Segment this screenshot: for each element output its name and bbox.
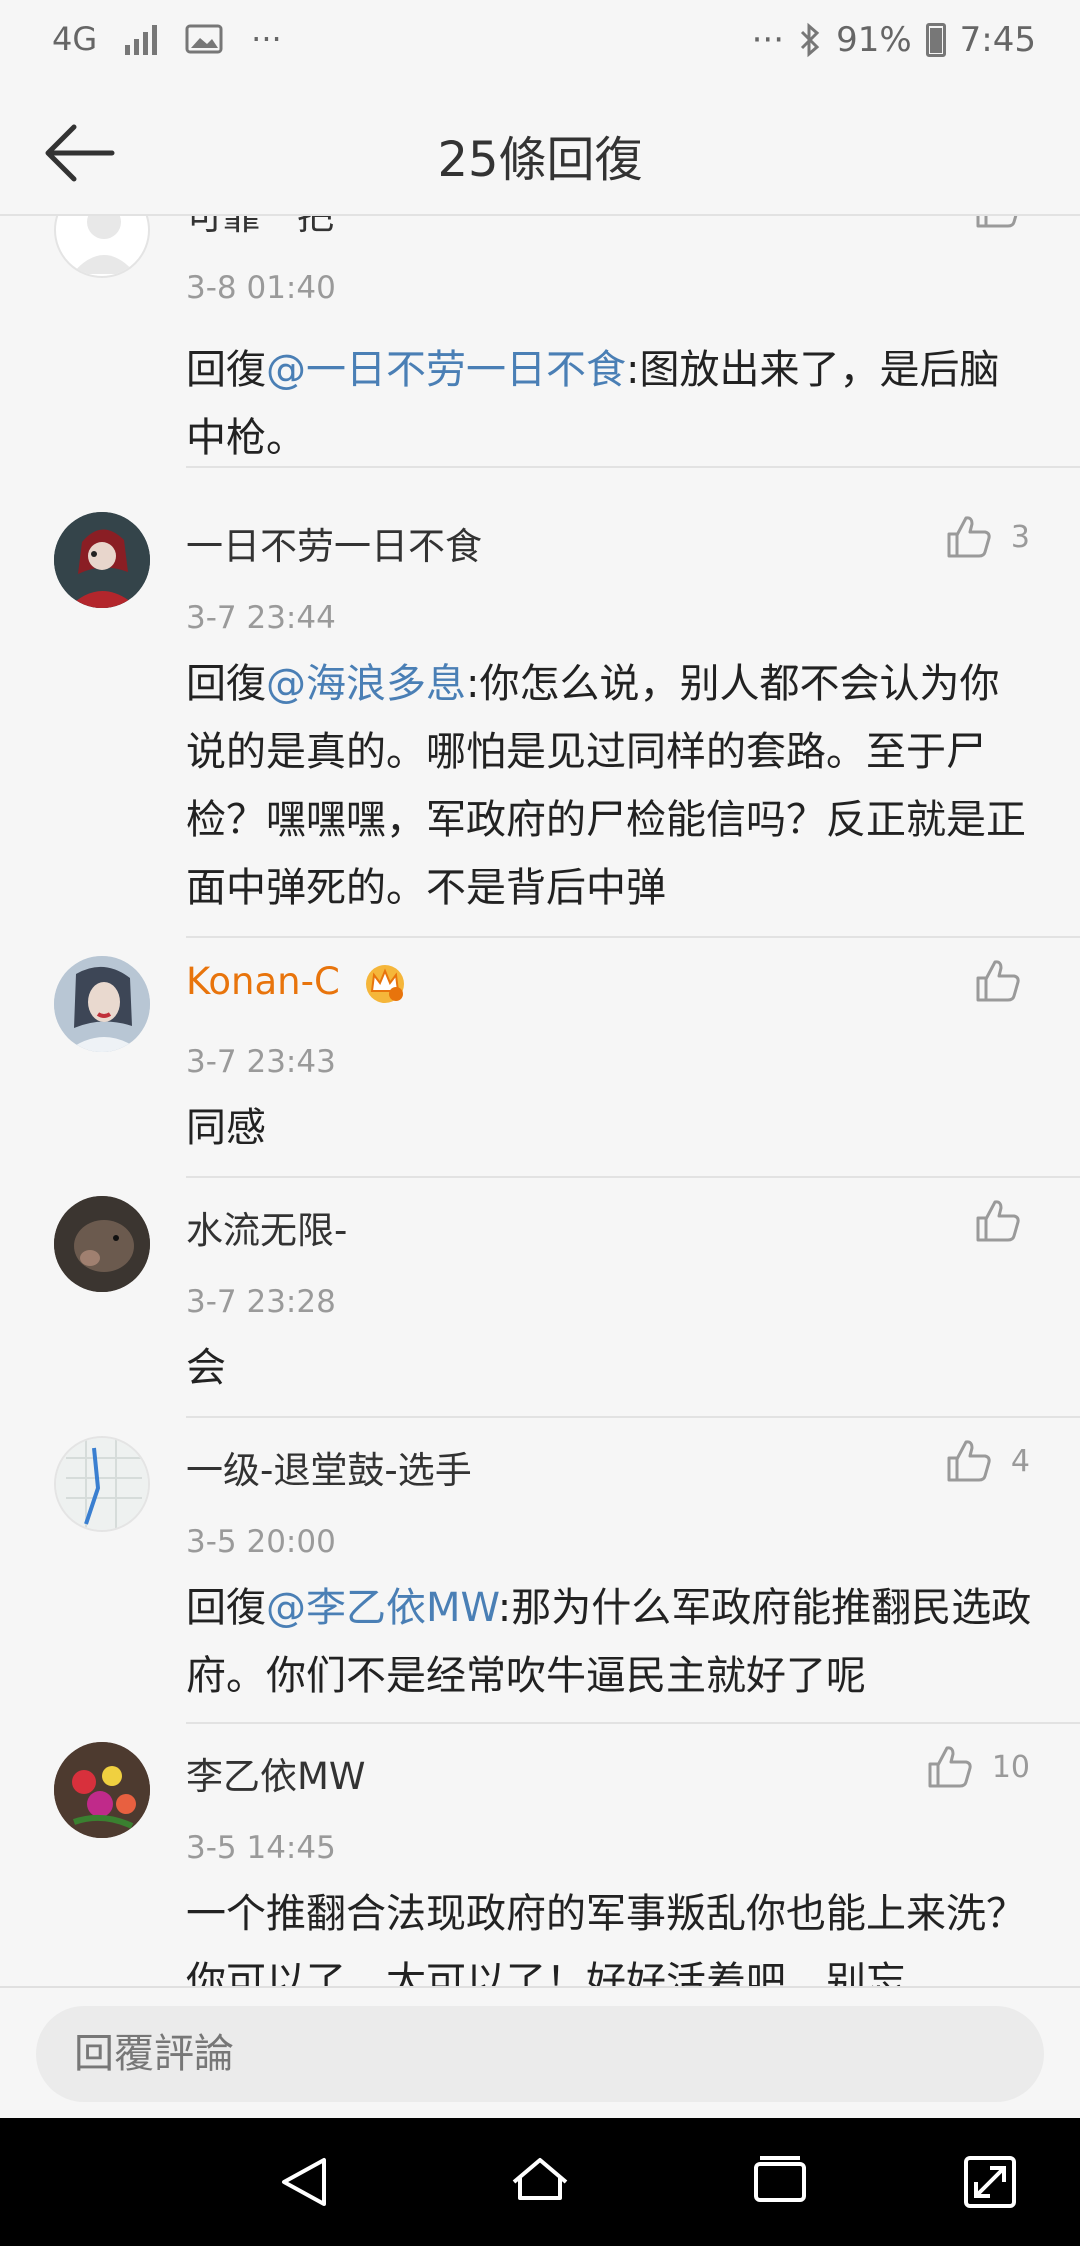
- thumbs-up-icon: [947, 1440, 991, 1482]
- battery-percent: 91%: [836, 20, 912, 60]
- list-item: 可靠一把 3-8 01:40 回復@一日不劳一日不食:图放出来了，是后脑中枪。: [0, 216, 1080, 468]
- reply-prefix: 回復: [186, 1585, 266, 1631]
- list-item: 李乙依MW 10 3-5 14:45 一个推翻合法现政府的军事叛乱你也能上来洗？…: [0, 1724, 1080, 1986]
- comment-text: 回復@李乙依MW:那为什么军政府能推翻民选政府。你们不是经常吹牛逼民主就好了呢: [186, 1574, 1036, 1710]
- username[interactable]: 水流无限-: [186, 1200, 347, 1254]
- battery-icon: [925, 23, 946, 57]
- username-text: Konan-C: [186, 960, 340, 1003]
- like-button[interactable]: 3: [945, 514, 1030, 560]
- right-more: ···: [751, 20, 785, 60]
- bluetooth-icon: [801, 22, 820, 58]
- reply-prefix: 回復: [186, 347, 266, 393]
- timestamp: 3-7 23:44: [186, 600, 336, 636]
- avatar[interactable]: [54, 216, 150, 278]
- like-button[interactable]: 10: [926, 1744, 1030, 1790]
- reply-list[interactable]: 可靠一把 3-8 01:40 回復@一日不劳一日不食:图放出来了，是后脑中枪。 …: [0, 216, 1080, 1986]
- network-type: 4G: [52, 20, 98, 58]
- page-title: 25條回復: [437, 132, 643, 188]
- thumbs-up-icon[interactable]: [974, 216, 1022, 230]
- more-notifications: ···: [251, 20, 282, 58]
- avatar[interactable]: [54, 1196, 150, 1292]
- username[interactable]: 一日不劳一日不食: [186, 516, 482, 570]
- username[interactable]: 一级-退堂鼓-选手: [186, 1440, 472, 1494]
- thumbs-up-icon[interactable]: [974, 1198, 1022, 1244]
- username[interactable]: 李乙依MW: [186, 1746, 366, 1800]
- like-count: 3: [1010, 519, 1030, 555]
- clock: 7:45: [959, 20, 1036, 60]
- list-item: 一级-退堂鼓-选手 4 3-5 20:00 回復@李乙依MW:那为什么军政府能推…: [0, 1418, 1080, 1724]
- divider: [186, 466, 1080, 468]
- timestamp: 3-7 23:43: [186, 1044, 336, 1080]
- system-nav-bar: [0, 2118, 1080, 2246]
- thumbs-up-icon: [947, 516, 991, 558]
- like-count: 10: [991, 1749, 1030, 1785]
- recent-apps-icon[interactable]: [746, 2148, 814, 2216]
- thumbs-up-icon[interactable]: [974, 958, 1022, 1004]
- status-bar: 4G ··· ··· 91% 7:45: [0, 0, 1080, 90]
- reply-input[interactable]: 回覆評論: [36, 2006, 1044, 2102]
- reply-prefix: 回復: [186, 661, 266, 707]
- mention-link[interactable]: @海浪多息: [266, 661, 466, 707]
- avatar[interactable]: [54, 1436, 150, 1532]
- timestamp: 3-7 23:28: [186, 1284, 336, 1320]
- thumbs-up-icon: [928, 1746, 972, 1788]
- home-icon[interactable]: [506, 2148, 574, 2216]
- avatar[interactable]: [54, 956, 150, 1052]
- comment-text: 会: [186, 1345, 226, 1391]
- timestamp: 3-8 01:40: [186, 270, 336, 306]
- list-item: 水流无限- 3-7 23:28 会: [0, 1178, 1080, 1418]
- header: 25條回復: [0, 90, 1080, 216]
- like-count: 4: [1010, 1443, 1030, 1479]
- username[interactable]: 可靠一把: [186, 216, 334, 240]
- timestamp: 3-5 14:45: [186, 1830, 336, 1866]
- comment-text: 一个推翻合法现政府的军事叛乱你也能上来洗？你可以了，太可以了！好好活着吧，别忘: [186, 1891, 1026, 1986]
- vip-crown-icon: [365, 964, 404, 1003]
- mention-link[interactable]: @李乙依MW: [266, 1585, 498, 1631]
- comment-text: 同感: [186, 1105, 266, 1151]
- comment-text: 回復@一日不劳一日不食:图放出来了，是后脑中枪。: [186, 336, 1036, 472]
- avatar[interactable]: [54, 512, 150, 608]
- signal-icon: [125, 23, 158, 55]
- expand-icon[interactable]: [956, 2148, 1024, 2216]
- image-notification-icon: [185, 24, 223, 54]
- like-button[interactable]: 4: [945, 1438, 1030, 1484]
- reply-bar: 回覆評論: [0, 1986, 1080, 2118]
- timestamp: 3-5 20:00: [186, 1524, 336, 1560]
- mention-link[interactable]: @一日不劳一日不食: [266, 347, 626, 393]
- list-item: 一日不劳一日不食 3 3-7 23:44 回復@海浪多息:你怎么说，别人都不会认…: [0, 494, 1080, 938]
- avatar[interactable]: [54, 1742, 150, 1838]
- triangle-back-icon[interactable]: [270, 2148, 338, 2216]
- comment-text: 回復@海浪多息:你怎么说，别人都不会认为你说的是真的。哪怕是见过同样的套路。至于…: [186, 650, 1036, 922]
- username[interactable]: Konan-C: [186, 960, 408, 1005]
- list-item: Konan-C 3-7 23:43 同感: [0, 938, 1080, 1178]
